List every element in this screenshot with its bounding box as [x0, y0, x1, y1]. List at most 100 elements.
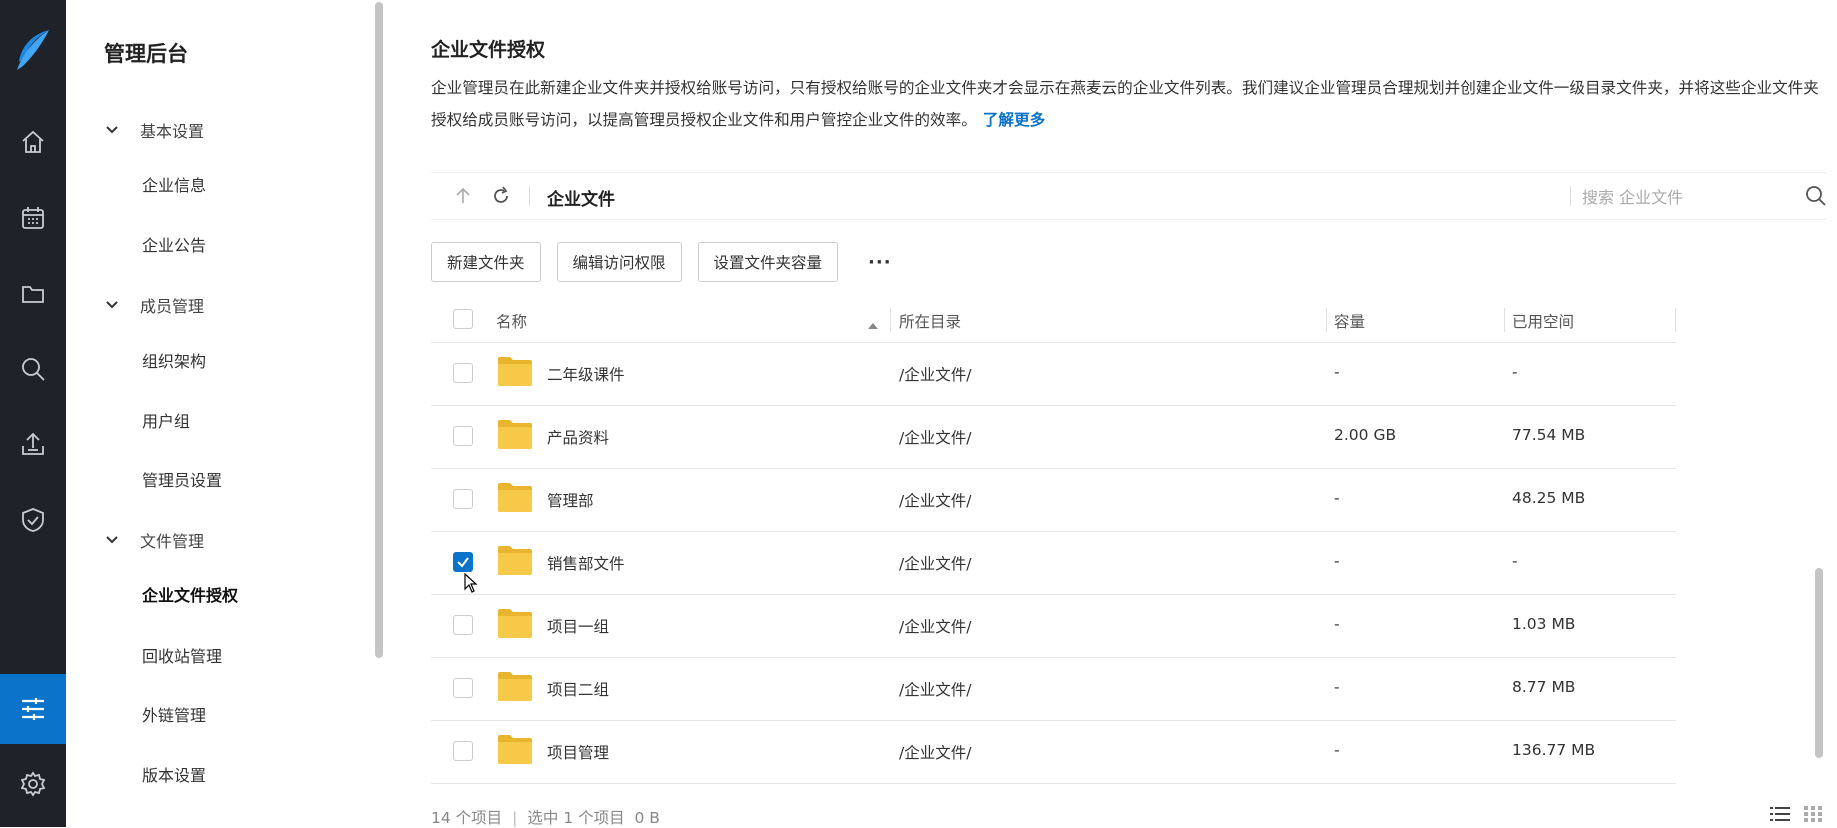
- sidebar-item-recycle-bin[interactable]: 回收站管理: [142, 643, 222, 667]
- file-name[interactable]: 销售部文件: [547, 552, 625, 574]
- file-name[interactable]: 二年级课件: [547, 363, 625, 385]
- column-divider[interactable]: [1326, 308, 1327, 332]
- folder-icon: [497, 355, 533, 391]
- list-view-icon[interactable]: [1770, 806, 1790, 826]
- nav-group-label: 基本设置: [140, 122, 205, 141]
- file-used-space: 77.54 MB: [1512, 426, 1586, 444]
- main-content: 企业文件授权 企业管理员在此新建企业文件夹并授权给账号访问，只有授权给账号的企业…: [431, 0, 1837, 827]
- file-capacity: 2.00 GB: [1334, 426, 1397, 444]
- folder-icon: [497, 733, 533, 769]
- table-scrollbar[interactable]: [1815, 568, 1823, 758]
- toolbar: 新建文件夹 编辑访问权限 设置文件夹容量 ···: [431, 241, 922, 283]
- table-row[interactable]: 项目一组/企业文件/ - 1.03 MB: [431, 595, 1676, 658]
- divider: |: [512, 809, 518, 827]
- refresh-icon[interactable]: [491, 186, 511, 210]
- item-count: 14 个项目: [431, 809, 503, 827]
- column-header-dir[interactable]: 所在目录: [899, 310, 961, 332]
- file-used-space: 8.77 MB: [1512, 678, 1576, 696]
- file-capacity: -: [1334, 552, 1340, 570]
- file-directory: /企业文件/: [899, 681, 972, 699]
- shield-icon[interactable]: [0, 482, 66, 558]
- chevron-down-icon: [106, 301, 118, 309]
- logo-icon: [13, 28, 53, 72]
- table-row[interactable]: 项目管理/企业文件/ - 136.77 MB: [431, 721, 1676, 784]
- sidebar-item-company-info[interactable]: 企业信息: [142, 172, 206, 196]
- table-row[interactable]: 产品资料/企业文件/2.00 GB 77.54 MB: [431, 406, 1676, 469]
- file-name[interactable]: 项目管理: [547, 741, 609, 763]
- table-row[interactable]: 二年级课件/企业文件/ - -: [431, 343, 1676, 406]
- sidebar-item-file-authorization[interactable]: 企业文件授权: [142, 582, 238, 606]
- learn-more-link[interactable]: 了解更多: [983, 111, 1045, 129]
- column-header-used[interactable]: 已用空间: [1512, 310, 1574, 332]
- nav-group-file-management[interactable]: 文件管理: [106, 528, 204, 552]
- file-used-space: 136.77 MB: [1512, 741, 1596, 759]
- file-name[interactable]: 项目一组: [547, 615, 609, 637]
- row-checkbox[interactable]: [453, 552, 473, 572]
- calendar-icon[interactable]: [0, 180, 66, 256]
- set-capacity-button[interactable]: 设置文件夹容量: [697, 242, 839, 282]
- row-checkbox[interactable]: [453, 363, 473, 383]
- search-box: [1570, 173, 1827, 219]
- sidebar-item-external-links[interactable]: 外链管理: [142, 702, 206, 726]
- new-folder-button[interactable]: 新建文件夹: [431, 242, 541, 282]
- sort-asc-icon[interactable]: [868, 315, 878, 333]
- row-checkbox[interactable]: [453, 615, 473, 635]
- nav-group-member-management[interactable]: 成员管理: [106, 293, 204, 317]
- row-checkbox[interactable]: [453, 489, 473, 509]
- row-checkbox[interactable]: [453, 741, 473, 761]
- search-input[interactable]: [1580, 184, 1804, 210]
- page-title: 企业文件授权: [431, 39, 546, 61]
- file-directory: /企业文件/: [899, 618, 972, 636]
- column-divider[interactable]: [1504, 308, 1505, 332]
- select-all-checkbox[interactable]: [453, 309, 473, 329]
- file-directory: /企业文件/: [899, 429, 972, 447]
- table-header: 名称 所在目录 容量 已用空间: [431, 300, 1676, 343]
- description-text: 企业管理员在此新建企业文件夹并授权给账号访问，只有授权给账号的企业文件夹才会显示…: [431, 79, 1819, 129]
- search-icon[interactable]: [0, 331, 66, 407]
- column-divider[interactable]: [1675, 308, 1676, 332]
- file-used-space: -: [1512, 363, 1518, 381]
- nav-group-basic-settings[interactable]: 基本设置: [106, 118, 204, 142]
- sidebar-item-admin-settings[interactable]: 管理员设置: [142, 467, 222, 491]
- file-table: 名称 所在目录 容量 已用空间 二年级课件/企业文件/ - - 产品资料/企业文件/2…: [431, 300, 1676, 828]
- file-name[interactable]: 产品资料: [547, 426, 609, 448]
- sidebar-item-org-structure[interactable]: 组织架构: [142, 348, 206, 372]
- column-header-capacity[interactable]: 容量: [1334, 310, 1365, 332]
- folder-icon: [497, 544, 533, 580]
- nav-group-label: 成员管理: [140, 297, 205, 316]
- divider: [529, 186, 530, 206]
- sidebar-scrollbar[interactable]: [375, 2, 383, 658]
- file-used-space: 1.03 MB: [1512, 615, 1576, 633]
- file-name[interactable]: 项目二组: [547, 678, 609, 700]
- edit-access-button[interactable]: 编辑访问权限: [556, 242, 682, 282]
- row-checkbox[interactable]: [453, 678, 473, 698]
- upload-icon[interactable]: [0, 406, 66, 482]
- folder-icon: [497, 670, 533, 706]
- table-row[interactable]: 项目二组/企业文件/ - 8.77 MB: [431, 658, 1676, 721]
- breadcrumb[interactable]: 企业文件: [547, 185, 615, 210]
- search-icon[interactable]: [1805, 185, 1827, 211]
- sidebar-item-version-settings[interactable]: 版本设置: [142, 762, 206, 786]
- gear-icon[interactable]: [0, 746, 66, 822]
- more-button[interactable]: ···: [854, 242, 906, 282]
- arrow-up-icon[interactable]: [455, 187, 471, 209]
- sidebar-item-user-groups[interactable]: 用户组: [142, 408, 190, 432]
- sidebar-item-announcement[interactable]: 企业公告: [142, 232, 206, 256]
- file-capacity: -: [1334, 489, 1340, 507]
- table-row[interactable]: 管理部/企业文件/ - 48.25 MB: [431, 469, 1676, 532]
- folder-icon[interactable]: [0, 256, 66, 332]
- path-bar: 企业文件: [431, 172, 1827, 220]
- selected-size: 0 B: [634, 809, 660, 827]
- file-directory: /企业文件/: [899, 366, 972, 384]
- row-checkbox[interactable]: [453, 426, 473, 446]
- icon-rail: [0, 0, 66, 827]
- column-header-name[interactable]: 名称: [496, 310, 527, 332]
- folder-icon: [497, 481, 533, 517]
- file-name[interactable]: 管理部: [547, 489, 594, 511]
- column-divider[interactable]: [890, 308, 891, 332]
- table-row[interactable]: 销售部文件/企业文件/ - -: [431, 532, 1676, 595]
- grid-view-icon[interactable]: [1804, 806, 1822, 826]
- file-used-space: 48.25 MB: [1512, 489, 1586, 507]
- home-icon[interactable]: [0, 104, 66, 180]
- settings-sliders-icon[interactable]: [0, 674, 66, 744]
